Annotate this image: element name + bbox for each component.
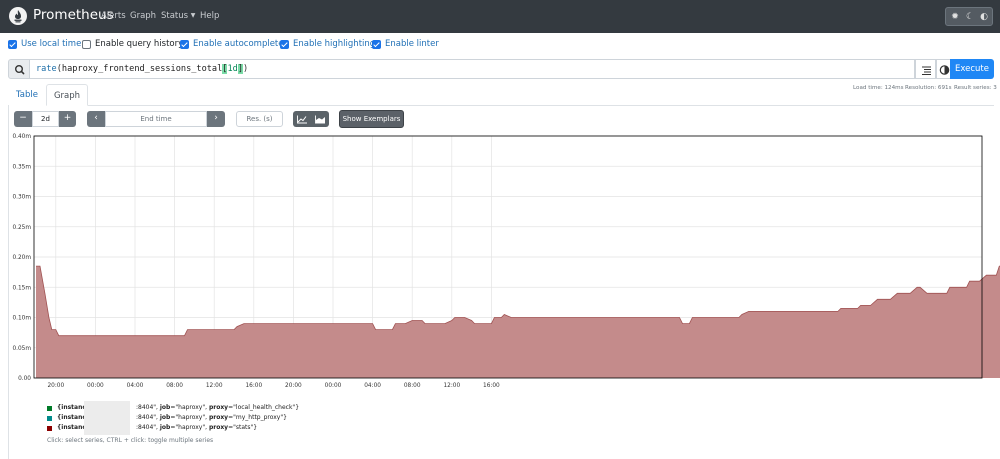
expr-duration: 1d	[227, 64, 238, 74]
x-tick-label: 08:00	[166, 383, 183, 389]
nav-link-graph[interactable]: Graph	[130, 11, 156, 21]
tab-table[interactable]: Table	[8, 84, 46, 106]
end-time-back-button[interactable]: ‹	[87, 111, 105, 127]
y-tick-label: 0.15m	[12, 285, 31, 291]
caret-down-icon: ▼	[190, 12, 196, 19]
redacted-instance-overlay	[84, 401, 130, 435]
x-tick-label: 04:00	[127, 383, 144, 389]
option-label: Enable autocomplete	[193, 39, 284, 49]
nav-link-status[interactable]: Status ▼	[161, 11, 195, 21]
nav-link-status-label: Status	[161, 11, 189, 21]
tab-divider	[88, 105, 994, 106]
stacked-chart-icon	[315, 115, 325, 124]
nav-link-help[interactable]: Help	[200, 11, 219, 21]
expression-input-group: rate(haproxy_frontend_sessions_total[1d]…	[8, 59, 994, 79]
theme-toggle: ✹ ☾ ◐	[945, 7, 993, 26]
checkbox-checked-icon[interactable]	[8, 40, 17, 49]
navbar: Prometheus Alerts Graph Status ▼ Help ✹ …	[0, 0, 1000, 33]
end-time-forward-button[interactable]: ›	[207, 111, 225, 127]
x-tick-label: 00:00	[325, 383, 342, 389]
stat-result-series: Result series: 3	[954, 85, 997, 91]
series-area-stats	[36, 266, 1000, 378]
chart-series-area	[36, 265, 1000, 378]
y-tick-label: 0.35m	[12, 164, 31, 170]
option-label: Enable linter	[385, 39, 439, 49]
range-increase-button[interactable]: +	[59, 111, 76, 127]
x-tick-label: 12:00	[206, 383, 223, 389]
expression-input[interactable]: rate(haproxy_frontend_sessions_total[1d]…	[30, 59, 915, 79]
x-tick-label: 20:00	[285, 383, 302, 389]
expr-close-paren: )	[243, 64, 249, 74]
expr-function: rate	[36, 64, 57, 74]
option-label: Enable query history	[95, 39, 184, 49]
stat-resolution: Resolution: 691s	[905, 85, 952, 91]
format-icon	[922, 66, 931, 75]
x-tick-label: 16:00	[245, 383, 262, 389]
moon-icon[interactable]: ☾	[963, 10, 977, 24]
y-tick-label: 0.30m	[12, 195, 31, 201]
x-tick-label: 16:00	[483, 383, 500, 389]
x-tick-label: 04:00	[364, 383, 381, 389]
y-tick-label: 0.40m	[12, 134, 31, 140]
nav-link-alerts[interactable]: Alerts	[101, 11, 126, 21]
y-tick-label: 0.25m	[12, 225, 31, 231]
expr-metric: haproxy_frontend_sessions_total	[61, 64, 223, 74]
metrics-explorer-button[interactable]	[936, 59, 951, 79]
sun-icon[interactable]: ✹	[948, 10, 962, 24]
chart-x-axis: 20:00 00:00 04:00 08:00 12:00 16:00 20:00 00:00…	[47, 383, 500, 389]
y-tick-label: 0.00	[18, 376, 31, 382]
stat-load-time: Load time: 124ms	[853, 85, 904, 91]
range-decrease-button[interactable]: −	[14, 111, 32, 127]
option-label: Enable highlighting	[293, 39, 376, 49]
x-tick-label: 12:00	[443, 383, 460, 389]
resolution-input[interactable]: Res. (s)	[236, 111, 283, 127]
line-chart-icon	[297, 115, 307, 124]
execute-button[interactable]: Execute	[950, 59, 994, 79]
legend-swatch	[47, 426, 52, 431]
y-tick-label: 0.05m	[12, 346, 31, 352]
checkbox-unchecked-icon[interactable]	[82, 40, 91, 49]
legend-hint: Click: select series, CTRL + click: togg…	[47, 437, 214, 444]
checkbox-checked-icon[interactable]	[280, 40, 289, 49]
end-time-input[interactable]: End time	[105, 111, 207, 127]
search-icon	[8, 59, 30, 79]
checkbox-checked-icon[interactable]	[180, 40, 189, 49]
legend-swatch	[47, 406, 52, 411]
y-tick-label: 0.10m	[12, 316, 31, 322]
checkbox-checked-icon[interactable]	[372, 40, 381, 49]
stacked-chart-button[interactable]	[311, 111, 329, 127]
tab-graph[interactable]: Graph	[46, 84, 88, 106]
line-chart-button[interactable]	[293, 111, 311, 127]
prometheus-flame-icon[interactable]	[9, 7, 27, 25]
expression-text: rate(haproxy_frontend_sessions_total[1d]…	[36, 64, 248, 74]
chart-y-axis: 0.00 0.05m 0.10m 0.15m 0.20m 0.25m 0.30m 0.35m 0…	[12, 134, 31, 382]
format-expression-button[interactable]	[915, 59, 936, 79]
range-input[interactable]: 2d	[32, 111, 59, 127]
show-exemplars-button[interactable]: Show Exemplars	[339, 110, 404, 128]
legend-swatch	[47, 416, 52, 421]
half-circle-icon[interactable]: ◐	[977, 10, 991, 24]
graph-chart[interactable]: 20:00 00:00 04:00 08:00 12:00 16:00 20:00 00:00…	[0, 130, 1000, 395]
x-tick-label: 00:00	[87, 383, 104, 389]
x-tick-label: 20:00	[47, 383, 64, 389]
option-label: Use local time	[21, 39, 82, 49]
y-tick-label: 0.20m	[12, 255, 31, 261]
x-tick-label: 08:00	[404, 383, 421, 389]
